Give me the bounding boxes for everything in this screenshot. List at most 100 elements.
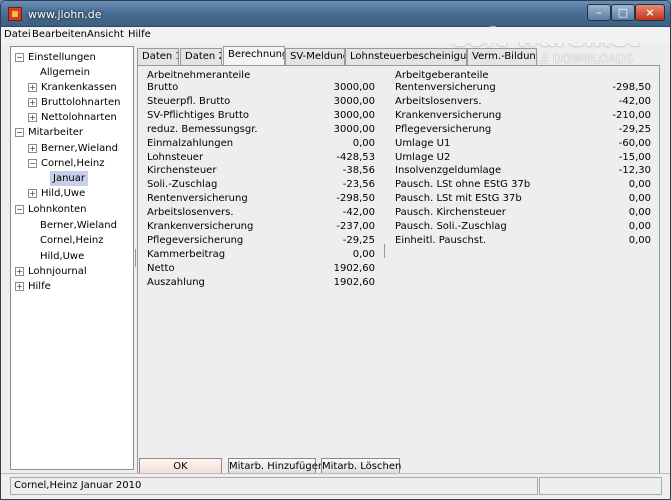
arbeitgeber-value: -29,25 <box>618 123 651 135</box>
expand-icon[interactable]: + <box>28 189 37 198</box>
arbeitnehmer-row: SV-Pflichtiges Brutto 3000,00 <box>147 109 375 123</box>
arbeitnehmer-label: Netto <box>147 262 175 274</box>
title-bar[interactable]: www.jlohn.de – □ × <box>1 1 670 27</box>
splitter-handle[interactable] <box>133 249 136 267</box>
arbeitgeber-label: Pausch. Soli.-Zuschlag <box>395 221 507 232</box>
arbeitgeber-label: Rentenversicherung <box>395 82 496 93</box>
arbeitgeber-label: Pausch. Kirchensteuer <box>395 207 506 219</box>
status-cell-empty <box>539 477 662 495</box>
app-icon <box>8 7 22 21</box>
arbeitnehmer-row: Soli.-Zuschlag -23,56 <box>147 178 375 192</box>
arbeitgeber-value: -60,00 <box>618 137 651 149</box>
tab-daten-2[interactable]: Daten 2 <box>180 48 222 65</box>
arbeitgeber-value: -298,50 <box>612 82 651 93</box>
arbeitgeber-label: Einheitl. Pauschst. <box>395 234 487 246</box>
status-bar: Cornel,Heinz Januar 2010 <box>1 473 670 499</box>
minimize-button[interactable]: – <box>587 4 611 21</box>
arbeitnehmer-value: -38,56 <box>342 165 375 177</box>
arbeitnehmer-row: Einmalzahlungen 0,00 <box>147 137 375 151</box>
arbeitgeber-row: Rentenversicherung -298,50 <box>395 81 651 95</box>
status-text: Cornel,Heinz Januar 2010 <box>10 477 538 495</box>
arbeitnehmer-label: Kirchensteuer <box>147 165 217 177</box>
arbeitnehmer-label: Einmalzahlungen <box>147 137 234 149</box>
menu-bearbeiten[interactable]: Bearbeiten <box>32 29 87 40</box>
close-button[interactable]: × <box>635 4 665 21</box>
arbeitnehmer-value: 0,00 <box>352 248 375 260</box>
arbeitgeber-label: Pflegeversicherung <box>395 123 492 135</box>
arbeitnehmer-value: -29,25 <box>342 234 375 246</box>
arbeitnehmer-value: 3000,00 <box>333 123 375 135</box>
collapse-icon[interactable]: − <box>28 159 37 168</box>
arbeitnehmer-row: reduz. Bemessungsgr. 3000,00 <box>147 123 375 137</box>
arbeitnehmer-label: Steuerpfl. Brutto <box>147 95 231 107</box>
arbeitnehmer-row: Netto 1902,60 <box>147 262 375 276</box>
arbeitnehmer-label: Soli.-Zuschlag <box>147 179 218 191</box>
arbeitnehmer-label: SV-Pflichtiges Brutto <box>147 109 250 121</box>
arbeitnehmer-row: Pflegeversicherung -29,25 <box>147 234 375 248</box>
arbeitnehmer-row: Auszahlung 1902,60 <box>147 276 375 290</box>
arbeitnehmer-label: Rentenversicherung <box>147 193 248 205</box>
arbeitgeber-value: 0,00 <box>628 193 651 205</box>
arbeitnehmer-value: 3000,00 <box>333 95 375 107</box>
arbeitnehmer-value: -428,53 <box>336 151 375 163</box>
arbeitgeber-value: 0,00 <box>628 221 651 232</box>
arbeitgeber-row: Pausch. LSt mit EStG 37b 0,00 <box>395 192 651 206</box>
arbeitgeber-value: -42,00 <box>618 95 651 107</box>
expand-icon[interactable]: + <box>28 113 37 122</box>
expand-icon[interactable]: + <box>15 267 24 276</box>
arbeitgeber-title: Arbeitgeberanteile <box>395 70 489 81</box>
arbeitnehmer-value: -42,00 <box>342 207 375 219</box>
collapse-icon[interactable]: − <box>15 128 24 137</box>
arbeitnehmer-label: Krankenversicherung <box>147 221 254 232</box>
arbeitgeber-row: Pausch. Soli.-Zuschlag 0,00 <box>395 220 651 234</box>
arbeitgeber-row: Umlage U2 -15,00 <box>395 151 651 165</box>
arbeitnehmer-label: Auszahlung <box>147 276 205 288</box>
arbeitnehmer-value: 3000,00 <box>333 109 375 121</box>
tab-berechnung[interactable]: Berechnung <box>223 46 285 66</box>
arbeitgeber-row: Pausch. Kirchensteuer 0,00 <box>395 206 651 220</box>
arbeitnehmer-row: Krankenversicherung -237,00 <box>147 220 375 234</box>
arbeitnehmer-title: Arbeitnehmeranteile <box>147 70 251 81</box>
collapse-icon[interactable]: − <box>15 53 24 62</box>
main-content: Daten 1 Daten 2 Berechnung SV-Meldung Lo… <box>137 46 660 478</box>
expand-icon[interactable]: + <box>28 144 37 153</box>
collapse-icon[interactable]: − <box>15 205 24 214</box>
expand-icon[interactable]: + <box>15 282 24 291</box>
tab-verm-bildung[interactable]: Verm.-Bildung <box>467 48 537 65</box>
arbeitnehmer-value: -237,00 <box>336 221 375 232</box>
arbeitgeber-label: Pausch. LSt mit EStG 37b <box>395 193 522 205</box>
arbeitgeber-label: Insolvenzgeldumlage <box>395 165 502 177</box>
arbeitnehmer-value: 0,00 <box>352 137 375 149</box>
tab-daten-1[interactable]: Daten 1 <box>137 48 179 65</box>
arbeitgeber-row: Pflegeversicherung -29,25 <box>395 123 651 137</box>
arbeitnehmer-row: Arbeitslosenvers. -42,00 <box>147 206 375 220</box>
arbeitgeber-row: Pausch. LSt ohne EStG 37b 0,00 <box>395 178 651 192</box>
arbeitgeber-row: Arbeitslosenvers. -42,00 <box>395 95 651 109</box>
expand-icon[interactable]: + <box>28 98 37 107</box>
arbeitnehmer-value: -23,56 <box>342 179 375 191</box>
berechnung-panel: Arbeitnehmeranteile Brutto 3000,00 Steuerp… <box>137 65 660 478</box>
arbeitgeber-value: -15,00 <box>618 151 651 163</box>
expand-icon[interactable]: + <box>28 83 37 92</box>
menu-hilfe[interactable]: Hilfe <box>128 29 151 40</box>
arbeitnehmer-label: Pflegeversicherung <box>147 234 244 246</box>
tab-sv-meldung[interactable]: SV-Meldung <box>285 48 345 65</box>
arbeitgeber-label: Arbeitslosenvers. <box>395 95 482 107</box>
arbeitgeber-value: 0,00 <box>628 207 651 219</box>
arbeitgeber-label: Umlage U1 <box>395 137 451 149</box>
app-window: www.jlohn.de – □ × soft-ware.net AKTUELL… <box>0 0 671 500</box>
arbeitgeber-row: Einheitl. Pauschst. 0,00 <box>395 234 651 248</box>
arbeitnehmer-row: Kammerbeitrag 0,00 <box>147 248 375 262</box>
arbeitgeber-label: Pausch. LSt ohne EStG 37b <box>395 179 531 191</box>
menu-ansicht[interactable]: Ansicht <box>87 29 124 40</box>
arbeitgeber-row: Krankenversicherung -210,00 <box>395 109 651 123</box>
arbeitgeber-value: -210,00 <box>612 109 651 121</box>
menu-bar: Datei Bearbeiten Ansicht Hilfe <box>1 27 670 43</box>
arbeitnehmer-value: 3000,00 <box>333 82 375 93</box>
menu-datei[interactable]: Datei <box>4 29 31 40</box>
arbeitgeber-label: Krankenversicherung <box>395 109 502 121</box>
arbeitgeber-row: Insolvenzgeldumlage -12,30 <box>395 164 651 178</box>
maximize-button[interactable]: □ <box>611 4 635 21</box>
tab-lohnsteuerbescheinigung[interactable]: Lohnsteuerbescheinigung <box>345 48 467 65</box>
arbeitnehmer-label: reduz. Bemessungsgr. <box>147 123 258 135</box>
